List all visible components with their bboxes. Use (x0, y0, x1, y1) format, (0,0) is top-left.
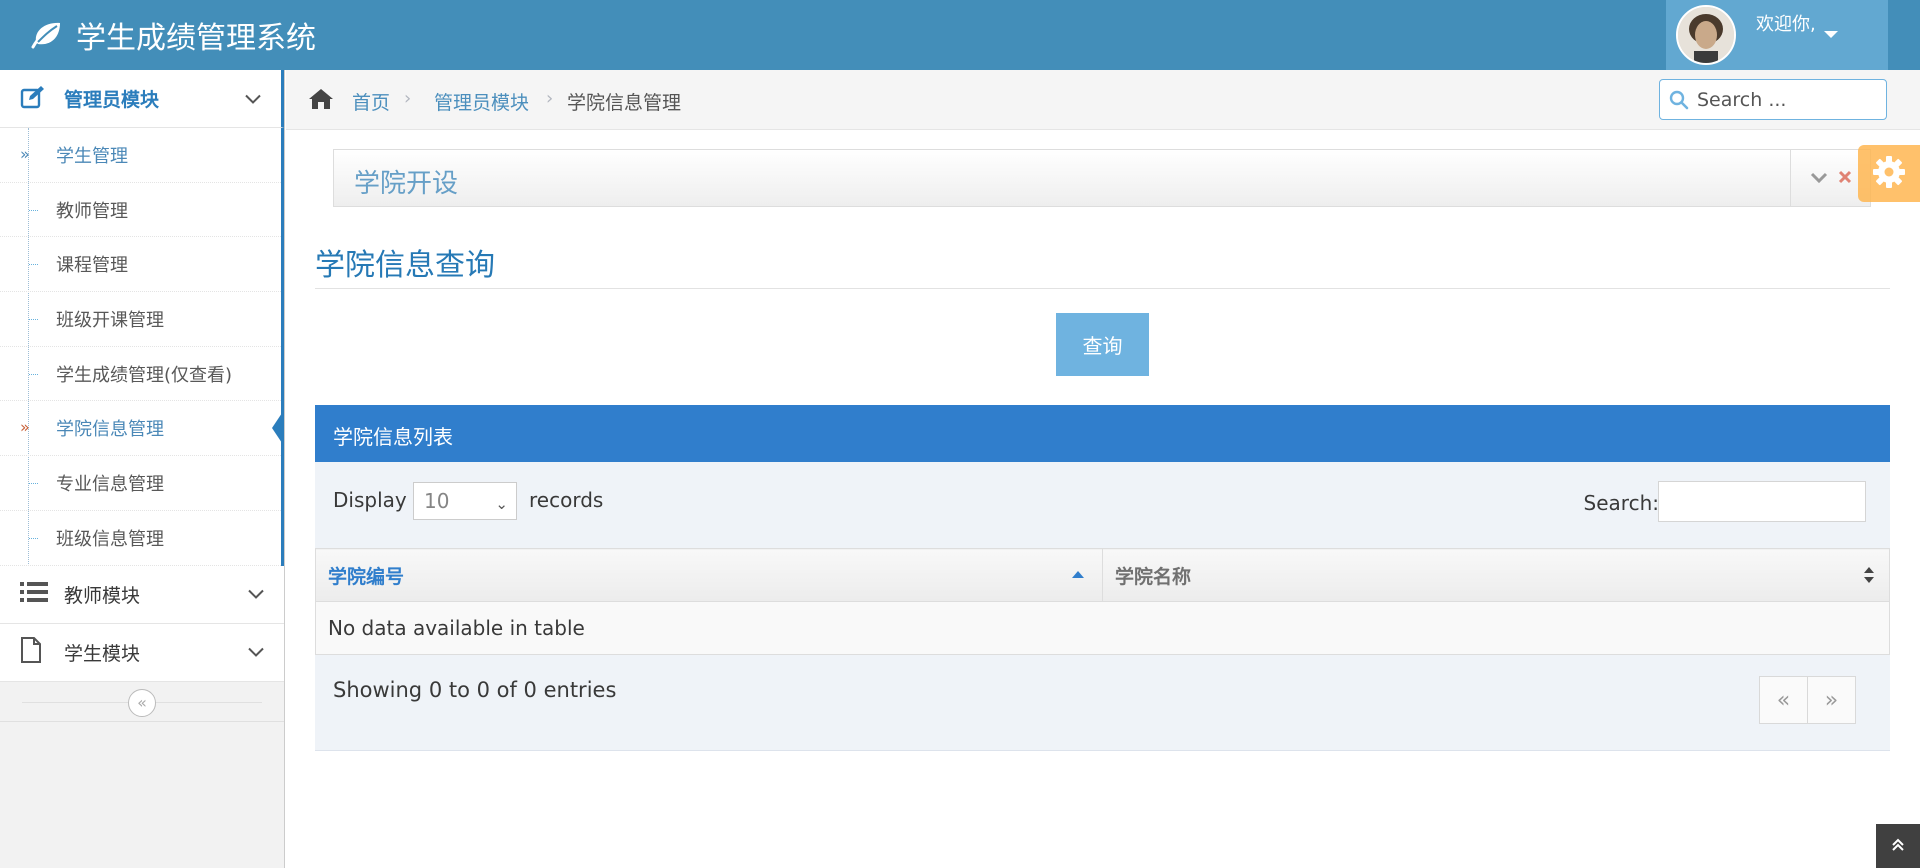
close-icon[interactable] (1838, 169, 1852, 188)
table-panel-body: Display 10 ⌄ records Search: 学院编号 学院名称 N… (315, 462, 1890, 751)
sidebar-item-teacher-mgmt[interactable]: 教师管理 (0, 183, 281, 238)
empty-table-message: No data available in table (315, 601, 1890, 655)
page-title: 学院信息查询 (315, 248, 495, 283)
home-icon[interactable] (308, 88, 334, 114)
sidebar-item-class-mgmt[interactable]: 班级信息管理 (0, 511, 281, 566)
sidebar-item-label: 班级信息管理 (56, 528, 164, 550)
table-panel-title: 学院信息列表 (333, 425, 453, 449)
table-header-row: 学院编号 学院名称 (315, 548, 1890, 602)
query-button[interactable]: 查询 (1056, 313, 1149, 376)
avatar (1676, 5, 1736, 65)
table-panel-header: 学院信息列表 (315, 405, 1890, 462)
double-left-icon: « (137, 693, 147, 712)
brand[interactable]: 学生成绩管理系统 (30, 0, 316, 70)
table-row: No data available in table (315, 601, 1890, 655)
tree-line (29, 209, 38, 211)
page-length-select[interactable]: 10 ⌄ (413, 482, 517, 520)
chevron-down-icon[interactable] (1810, 169, 1828, 188)
sidebar-item-major-mgmt[interactable]: 专业信息管理 (0, 456, 281, 511)
sidebar-module-student[interactable]: 学生模块 (0, 623, 284, 682)
sidebar: 管理员模块 » 学生管理 教师管理 课程管理 班级开课管理 学生成绩管理(仅查看… (0, 70, 285, 868)
breadcrumb-home-link[interactable]: 首页 (352, 88, 390, 115)
sidebar-item-class-course-mgmt[interactable]: 班级开课管理 (0, 292, 281, 347)
user-menu[interactable]: 欢迎你, (1666, 0, 1888, 70)
sidebar-item-label: 专业信息管理 (56, 473, 164, 495)
pagination: « » (1759, 676, 1856, 724)
sidebar-module-label: 学生模块 (64, 642, 141, 665)
sidebar-item-student-mgmt[interactable]: » 学生管理 (0, 128, 281, 183)
sidebar-module-admin[interactable]: 管理员模块 (0, 70, 284, 128)
breadcrumb-separator-icon: › (546, 88, 554, 109)
college-table: 学院编号 学院名称 No data available in table (315, 548, 1890, 655)
page-length-value: 10 (424, 489, 450, 513)
column-header-label: 学院名称 (1115, 565, 1192, 588)
search-icon (1669, 90, 1689, 114)
sidebar-item-grade-view[interactable]: 学生成绩管理(仅查看) (0, 347, 281, 402)
sidebar-module-label: 管理员模块 (64, 89, 160, 111)
sort-asc-icon (1072, 571, 1084, 578)
tree-line (29, 373, 38, 375)
top-navbar: 学生成绩管理系统 欢迎你, (0, 0, 1920, 70)
records-label: records (529, 488, 604, 512)
edit-icon (20, 85, 46, 113)
sidebar-item-label: 学生成绩管理(仅查看) (56, 364, 233, 386)
chevron-down-icon (248, 643, 264, 662)
sidebar-collapse-button[interactable]: « (128, 688, 156, 717)
table-search-label: Search: (1583, 491, 1659, 515)
column-header-label: 学院编号 (328, 565, 405, 588)
sidebar-item-label: 教师管理 (56, 200, 128, 222)
double-right-icon: » (20, 144, 30, 164)
back-to-top-button[interactable] (1876, 824, 1920, 868)
breadcrumb-module-link[interactable]: 管理员模块 (434, 88, 529, 115)
tree-line (29, 318, 38, 320)
settings-button[interactable] (1858, 145, 1920, 202)
prev-page-button[interactable]: « (1759, 676, 1808, 724)
sort-icon (1863, 565, 1875, 590)
sidebar-item-college-mgmt[interactable]: » 学院信息管理 (0, 401, 281, 457)
list-icon (20, 581, 48, 607)
sidebar-module-label: 教师模块 (64, 584, 141, 607)
nav-search-input[interactable] (1695, 86, 1875, 114)
display-label: Display (333, 488, 407, 512)
breadcrumb-separator-icon: › (404, 88, 412, 109)
tree-line (29, 264, 38, 266)
breadcrumb-current: 学院信息管理 (567, 92, 682, 114)
welcome-text: 欢迎你, (1756, 14, 1816, 35)
nav-search-box[interactable] (1659, 79, 1887, 120)
sidebar-collapse-row: « (0, 682, 284, 722)
breadcrumb: 首页 › 管理员模块 › 学院信息管理 (286, 70, 1920, 130)
double-right-icon: » (20, 417, 30, 437)
app-title: 学生成绩管理系统 (76, 21, 316, 56)
table-search-input[interactable] (1658, 481, 1866, 522)
admin-submenu: » 学生管理 教师管理 课程管理 班级开课管理 学生成绩管理(仅查看) » 学院… (0, 128, 284, 566)
double-up-icon (1891, 837, 1905, 856)
chevron-down-icon (248, 585, 264, 604)
caret-down-icon[interactable] (1824, 31, 1838, 38)
chevron-down-icon (245, 89, 261, 108)
next-page-button[interactable]: » (1807, 676, 1856, 724)
file-icon (20, 637, 42, 667)
chevron-down-icon: ⌄ (495, 495, 508, 513)
sidebar-item-label: 班级开课管理 (56, 309, 164, 331)
column-header-college-id[interactable]: 学院编号 (315, 548, 1103, 602)
page-header: 学院信息查询 (315, 240, 1890, 289)
sidebar-module-teacher[interactable]: 教师模块 (0, 565, 284, 624)
college-setup-widget: 学院开设 (333, 149, 1871, 207)
table-info: Showing 0 to 0 of 0 entries (333, 678, 617, 702)
tree-line (29, 537, 38, 539)
sidebar-item-label: 学生管理 (56, 145, 128, 167)
leaf-icon (30, 18, 64, 52)
gear-icon (1872, 155, 1906, 193)
sidebar-item-label: 课程管理 (56, 255, 128, 277)
column-header-college-name[interactable]: 学院名称 (1102, 548, 1890, 602)
tree-line (29, 482, 38, 484)
sidebar-item-label: 学院信息管理 (56, 419, 164, 441)
sidebar-item-course-mgmt[interactable]: 课程管理 (0, 237, 281, 293)
widget-title: 学院开设 (354, 169, 459, 199)
